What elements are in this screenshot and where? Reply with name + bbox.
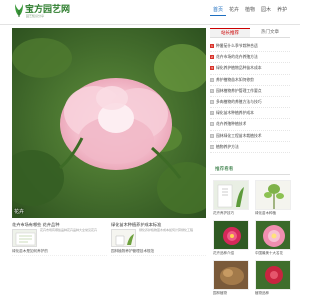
recommend-title: 推荐看看 — [215, 167, 234, 172]
nav-garden[interactable]: 园木 — [258, 4, 274, 16]
list-item[interactable]: 2 花卉市场的花卉养殖方法 — [210, 52, 290, 64]
article-title[interactable]: 园林植物养护管理工作要点 — [216, 88, 262, 94]
list-item[interactable]: 9 园林绿化工程苗木栽植技术 — [210, 131, 290, 142]
recommend-card[interactable]: 园林植物 — [213, 260, 249, 296]
list-item[interactable]: 园林植物养护管理技术规范 — [111, 247, 206, 256]
card-excerpt: 花卉市场有哪些品种花卉品种大全常见花卉 — [40, 228, 98, 232]
card-thumbnail[interactable] — [12, 229, 37, 247]
recommend-card[interactable]: 中国最美十大名花 — [255, 220, 291, 256]
recommend-grid: 花卉养护技巧 绿化苗木种植 花卉品种介绍 中国最美十大名花 园林植物 植物品种 — [213, 180, 291, 296]
tab-popular[interactable]: 热门文章 — [250, 28, 290, 37]
leaf-logo-icon[interactable] — [13, 3, 25, 18]
article-title[interactable]: 养护植物苗木如何修剪 — [216, 77, 254, 83]
list-item[interactable]: 5 园林植物养护管理工作要点 — [210, 86, 290, 97]
recommend-thumbnail[interactable] — [213, 260, 249, 290]
card-excerpt: 绿化养护植物苗木成本如何计算绿化工程 — [139, 228, 194, 232]
recommend-thumbnail[interactable] — [213, 180, 249, 210]
recommend-card[interactable]: 花卉养护技巧 — [213, 180, 249, 216]
list-item[interactable]: 1 种番茄什么季节栽种合适 — [210, 41, 290, 53]
list-item[interactable]: 6 多肉植物的养殖方法与技巧 — [210, 97, 290, 109]
sidebar: 站长推荐 热门文章 1 种番茄什么季节栽种合适 2 花卉市场的花卉养殖方法 3 绿化养… — [210, 28, 290, 153]
recommend-card[interactable]: 花卉品种介绍 — [213, 220, 249, 256]
rank-badge: 6 — [210, 100, 214, 105]
article-title[interactable]: 种番茄什么季节栽种合适 — [216, 43, 258, 49]
recommend-card[interactable]: 植物品种 — [255, 260, 291, 296]
recommend-card[interactable]: 绿化苗木种植 — [255, 180, 291, 216]
recommend-caption[interactable]: 园林植物 — [213, 291, 249, 296]
list-item[interactable]: 4 养护植物苗木如何修剪 — [210, 75, 290, 86]
header-divider — [0, 24, 300, 25]
article-title[interactable]: 绿化苗木种植养护成本 — [216, 110, 254, 116]
rank-badge: 5 — [210, 88, 214, 93]
recommend-caption[interactable]: 中国最美十大名花 — [255, 251, 291, 256]
nav-flowers[interactable]: 花卉 — [226, 4, 242, 16]
list-item[interactable]: 3 绿化养护植物品种苗木成本 — [210, 63, 290, 75]
recommend-thumbnail[interactable] — [255, 220, 291, 250]
list-item[interactable]: 7 绿化苗木种植养护成本 — [210, 108, 290, 120]
tab-editor-picks[interactable]: 站长推荐 — [210, 28, 250, 37]
article-title[interactable]: 植物养护方法 — [216, 144, 239, 150]
hero-slideshow[interactable]: 花卉 — [12, 28, 206, 218]
article-card[interactable]: 绿化苗木种植养护成本标准 绿化养护植物苗木成本如何计算绿化工程 园林植物养护管理… — [111, 222, 206, 256]
recommend-caption[interactable]: 植物品种 — [255, 291, 291, 296]
hero-caption: 花卉 — [14, 209, 25, 215]
article-title[interactable]: 花卉养殖种植技术 — [216, 121, 246, 127]
article-cards: 花卉市场有哪些 花卉品种 花卉市场有哪些品种花卉品种大全常见花卉 绿化苗木是如何… — [12, 222, 206, 300]
site-tagline: 园艺知识分享 — [26, 14, 45, 18]
rank-badge: 9 — [210, 133, 214, 138]
main-nav: 首页 花卉 植物 园木 养护 — [210, 4, 290, 16]
recommend-caption[interactable]: 花卉品种介绍 — [213, 251, 249, 256]
nav-home[interactable]: 首页 — [210, 4, 227, 16]
list-item[interactable]: 8 花卉养殖种植技术 — [210, 119, 290, 131]
article-title[interactable]: 绿化养护植物品种苗木成本 — [216, 65, 262, 71]
card-thumbnail[interactable] — [111, 229, 136, 247]
rank-badge: 4 — [210, 77, 214, 82]
article-list: 1 种番茄什么季节栽种合适 2 花卉市场的花卉养殖方法 3 绿化养护植物品种苗木成本 … — [210, 41, 290, 153]
article-title[interactable]: 园林绿化工程苗木栽植技术 — [216, 133, 262, 139]
list-item[interactable]: 绿化苗木是如何养护的 — [12, 247, 107, 256]
recommend-thumbnail[interactable] — [213, 220, 249, 250]
article-title[interactable]: 多肉植物的养殖方法与技巧 — [216, 99, 262, 105]
rank-badge: 7 — [210, 111, 214, 116]
article-card[interactable]: 花卉市场有哪些 花卉品种 花卉市场有哪些品种花卉品种大全常见花卉 绿化苗木是如何… — [12, 222, 107, 256]
rank-badge: 8 — [210, 122, 214, 127]
rank-badge: 1 — [210, 44, 214, 49]
recommend-header: 推荐看看 — [210, 166, 290, 175]
rank-badge: 2 — [210, 55, 214, 60]
nav-care[interactable]: 养护 — [274, 4, 290, 16]
article-title[interactable]: 花卉市场的花卉养殖方法 — [216, 54, 258, 60]
recommend-thumbnail[interactable] — [255, 180, 291, 210]
rank-badge: 3 — [210, 66, 214, 71]
rank-badge: 10 — [210, 144, 214, 149]
site-header: 宝方园艺网 园艺知识分享 首页 花卉 植物 园木 养护 — [0, 0, 300, 24]
peony-photo — [12, 28, 206, 218]
sidebar-tabs: 站长推荐 热门文章 — [210, 28, 290, 38]
recommend-caption[interactable]: 绿化苗木种植 — [255, 211, 291, 216]
recommend-caption[interactable]: 花卉养护技巧 — [213, 211, 249, 216]
nav-plants[interactable]: 植物 — [242, 4, 258, 16]
list-item[interactable]: 10 植物养护方法 — [210, 142, 290, 153]
recommend-thumbnail[interactable] — [255, 260, 291, 290]
